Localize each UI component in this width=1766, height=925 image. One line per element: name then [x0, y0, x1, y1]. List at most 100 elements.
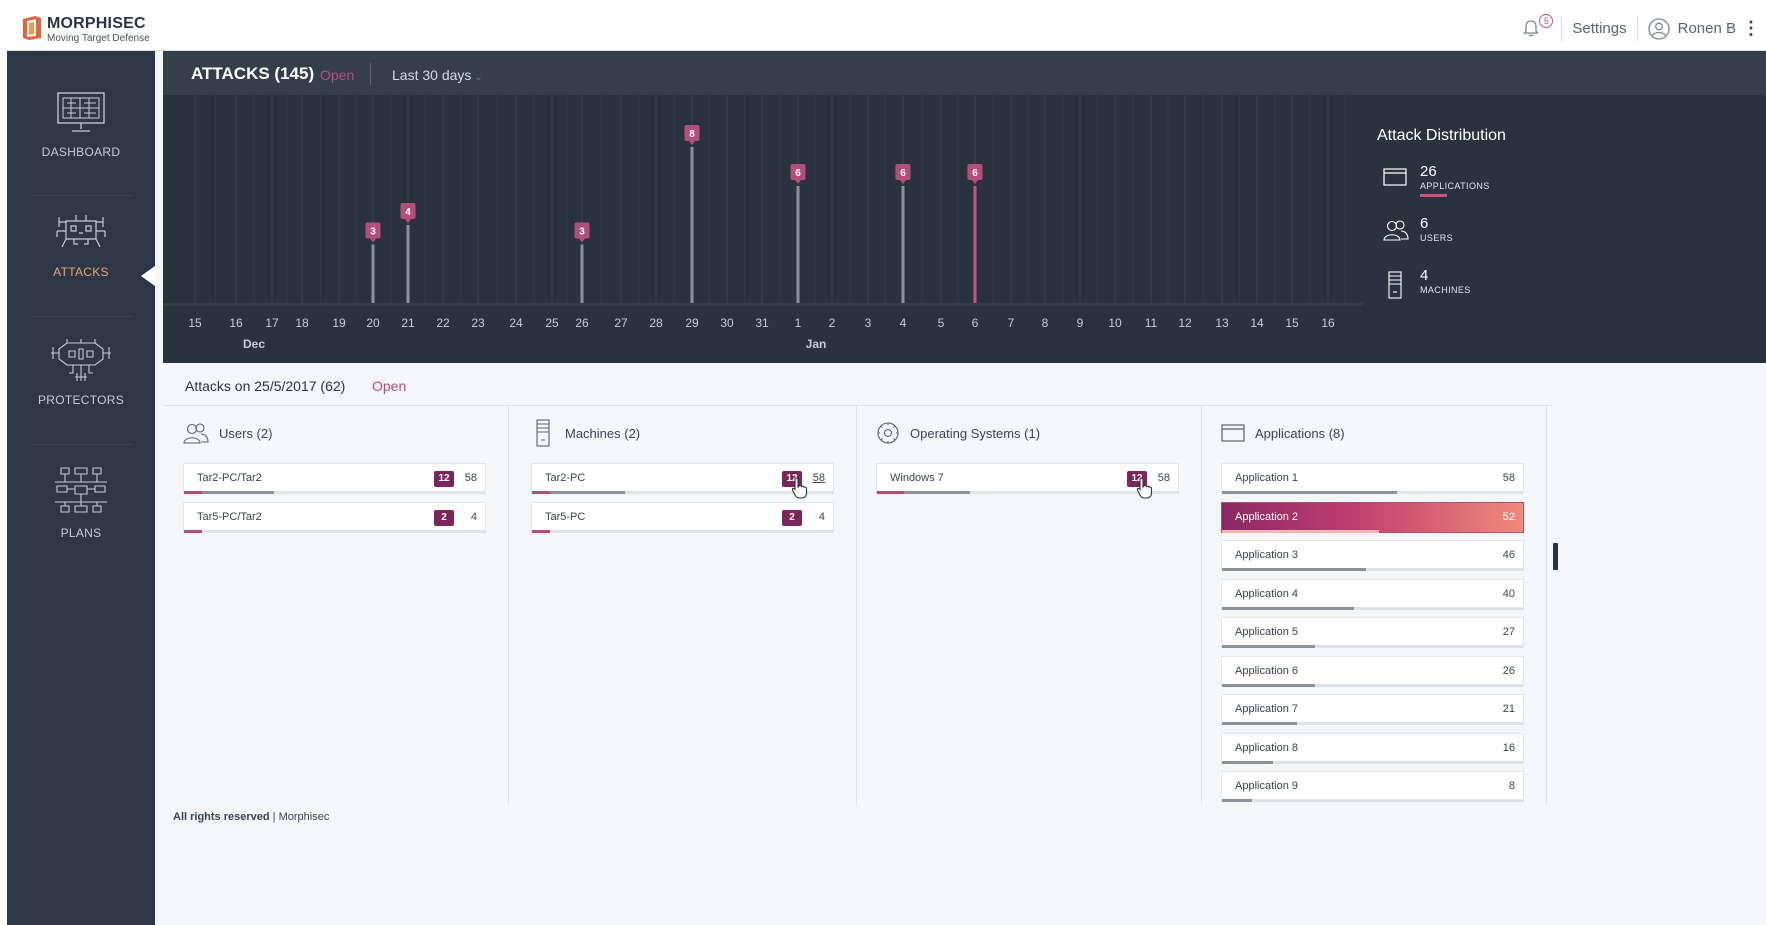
- x-tick-label: 11: [1145, 316, 1158, 330]
- attacks-status-filter[interactable]: Open: [320, 67, 354, 83]
- list-item[interactable]: Tar2-PC 12 58: [531, 463, 834, 494]
- header-divider: [1561, 16, 1563, 41]
- row-progress-fill: [1222, 760, 1274, 764]
- row-name: Application 3: [1235, 549, 1298, 561]
- window-icon: [1383, 168, 1407, 186]
- settings-link[interactable]: Settings: [1572, 20, 1626, 37]
- list-item[interactable]: Application 3 46: [1221, 540, 1524, 571]
- sidebar-item-plans[interactable]: PLANS: [7, 464, 155, 540]
- sidebar-item-dashboard[interactable]: DASHBOARD: [7, 91, 155, 159]
- x-tick-label: 30: [720, 316, 734, 330]
- sidebar-divider: [31, 316, 131, 317]
- list-item[interactable]: Application 5 27: [1221, 617, 1524, 648]
- sidebar: DASHBOARD ATTACKS PROTECTORS PLANS: [7, 51, 155, 925]
- morphisec-logo-icon: [23, 16, 41, 40]
- sidebar-item-attacks[interactable]: ATTACKS: [7, 213, 155, 279]
- x-tick-label: 8: [1042, 316, 1049, 330]
- list-item[interactable]: Tar5-PC 2 4: [531, 501, 834, 533]
- hand-pointer-icon: [791, 477, 808, 499]
- list-item[interactable]: Application 6 26: [1221, 655, 1524, 687]
- scrollbar-thumb[interactable]: [1553, 543, 1558, 570]
- bar-value-pointer: [900, 180, 906, 184]
- machines-count: 4: [1420, 267, 1429, 284]
- distribution-machines[interactable]: 4 MACHINES: [1377, 267, 1567, 319]
- chart-bar: [973, 186, 977, 303]
- x-tick-label: 16: [1321, 316, 1335, 330]
- x-tick-label: 26: [575, 316, 589, 330]
- list-item[interactable]: Application 7 21: [1221, 694, 1524, 725]
- list-item[interactable]: Tar2-PC/Tar2 12 58: [183, 463, 486, 494]
- chart-bar: [901, 186, 905, 303]
- chart-bar: [371, 244, 375, 303]
- row-progress-track: [1222, 683, 1523, 687]
- x-tick-label: 27: [614, 316, 628, 330]
- list-item[interactable]: Application 4 40: [1221, 578, 1524, 610]
- row-progress-accent: [532, 491, 551, 494]
- list-item[interactable]: Application 2 52: [1221, 501, 1524, 533]
- sidebar-item-label: PROTECTORS: [37, 393, 125, 407]
- list-item[interactable]: Application 9 8: [1221, 771, 1524, 802]
- header-divider: [370, 63, 371, 85]
- row-name: Application 1: [1235, 472, 1298, 484]
- row-name: Tar2-PC/Tar2: [197, 472, 262, 484]
- row-name: Application 6: [1235, 664, 1298, 677]
- users-column: Users (2) Tar2-PC/Tar2 12 58 Tar5-PC/Tar2 2 4: [163, 406, 509, 804]
- x-tick-label: 12: [1178, 316, 1192, 330]
- hand-pointer-icon: [1136, 477, 1153, 499]
- x-tick-label: 17: [265, 316, 279, 330]
- list-item[interactable]: Application 1 58: [1221, 463, 1524, 494]
- attacks-chart-panel: ATTACKS (145) Open Last 30 days ⌄ 3 4 3 8 6 6 6…: [163, 51, 1766, 363]
- top-bar: MORPHISEC Moving Target Defense 5 Settin…: [7, 6, 1766, 51]
- more-options-icon[interactable]: ⋮: [1736, 18, 1766, 39]
- row-progress-track: [532, 491, 833, 494]
- row-count: 40: [1502, 587, 1515, 600]
- open-count-badge[interactable]: 2: [782, 509, 802, 526]
- x-tick-label: 21: [401, 316, 415, 330]
- list-item[interactable]: Tar5-PC/Tar2 2 4: [183, 501, 486, 533]
- distribution-users[interactable]: 6 USERS: [1377, 215, 1567, 267]
- bar-value-pointer: [689, 141, 695, 145]
- x-tick-label: 19: [332, 316, 346, 330]
- details-title: Attacks on 25/5/2017 (62): [185, 378, 346, 394]
- list-item[interactable]: Windows 7 12 58: [876, 463, 1179, 494]
- row-name: Tar5-PC: [545, 510, 586, 523]
- attacks-title: ATTACKS (145): [191, 64, 315, 83]
- row-count: 58: [812, 472, 825, 484]
- row-progress-fill: [1222, 529, 1379, 533]
- applications-bar: [1420, 194, 1447, 197]
- gear-icon: [877, 422, 899, 444]
- bell-icon: [1523, 20, 1540, 37]
- server-icon: [536, 419, 550, 447]
- row-count: 4: [818, 510, 825, 523]
- month-label: Jan: [806, 337, 827, 351]
- monitor-grid-icon: [57, 92, 105, 132]
- chart-bar: [796, 186, 800, 303]
- x-tick-label: 3: [865, 316, 872, 330]
- x-tick-label: 6: [972, 316, 979, 330]
- user-menu[interactable]: Ronen B: [1647, 17, 1736, 40]
- row-name: Application 9: [1235, 780, 1298, 792]
- chevron-down-icon: ⌄: [474, 72, 483, 83]
- notifications-button[interactable]: 5: [1517, 6, 1554, 51]
- bar-value-label: 3: [579, 227, 585, 238]
- open-count-badge[interactable]: 12: [434, 471, 454, 487]
- date-range-dropdown[interactable]: Last 30 days ⌄: [392, 67, 483, 83]
- x-tick-label: 15: [188, 316, 202, 330]
- bar-value-label: 3: [370, 227, 376, 238]
- attacks-timeline-chart: 34386 6 615 16 17 18 19 20 21 22 23 24 25 26 27 28 29 30 3…: [163, 95, 1363, 351]
- list-item[interactable]: Application 8 16: [1221, 732, 1524, 764]
- distribution-applications[interactable]: 26 APPLICATIONS: [1377, 163, 1567, 215]
- app-window: MORPHISEC Moving Target Defense 5 Settin…: [7, 6, 1766, 925]
- x-tick-label: 2: [829, 316, 836, 330]
- users-icon: [1383, 220, 1409, 241]
- row-count: 16: [1502, 741, 1515, 754]
- details-status-filter[interactable]: Open: [372, 378, 406, 394]
- row-progress-track: [877, 491, 1178, 494]
- sidebar-item-protectors[interactable]: PROTECTORS: [7, 337, 155, 407]
- row-progress-track: [1222, 645, 1523, 648]
- open-count-badge[interactable]: 2: [434, 509, 454, 526]
- bar-value-label: 6: [972, 168, 978, 179]
- applications-column: Applications (8) Application 1 58 Applicat…: [1201, 406, 1547, 804]
- brand-tagline: Moving Target Defense: [47, 33, 150, 44]
- row-progress-track: [184, 491, 485, 494]
